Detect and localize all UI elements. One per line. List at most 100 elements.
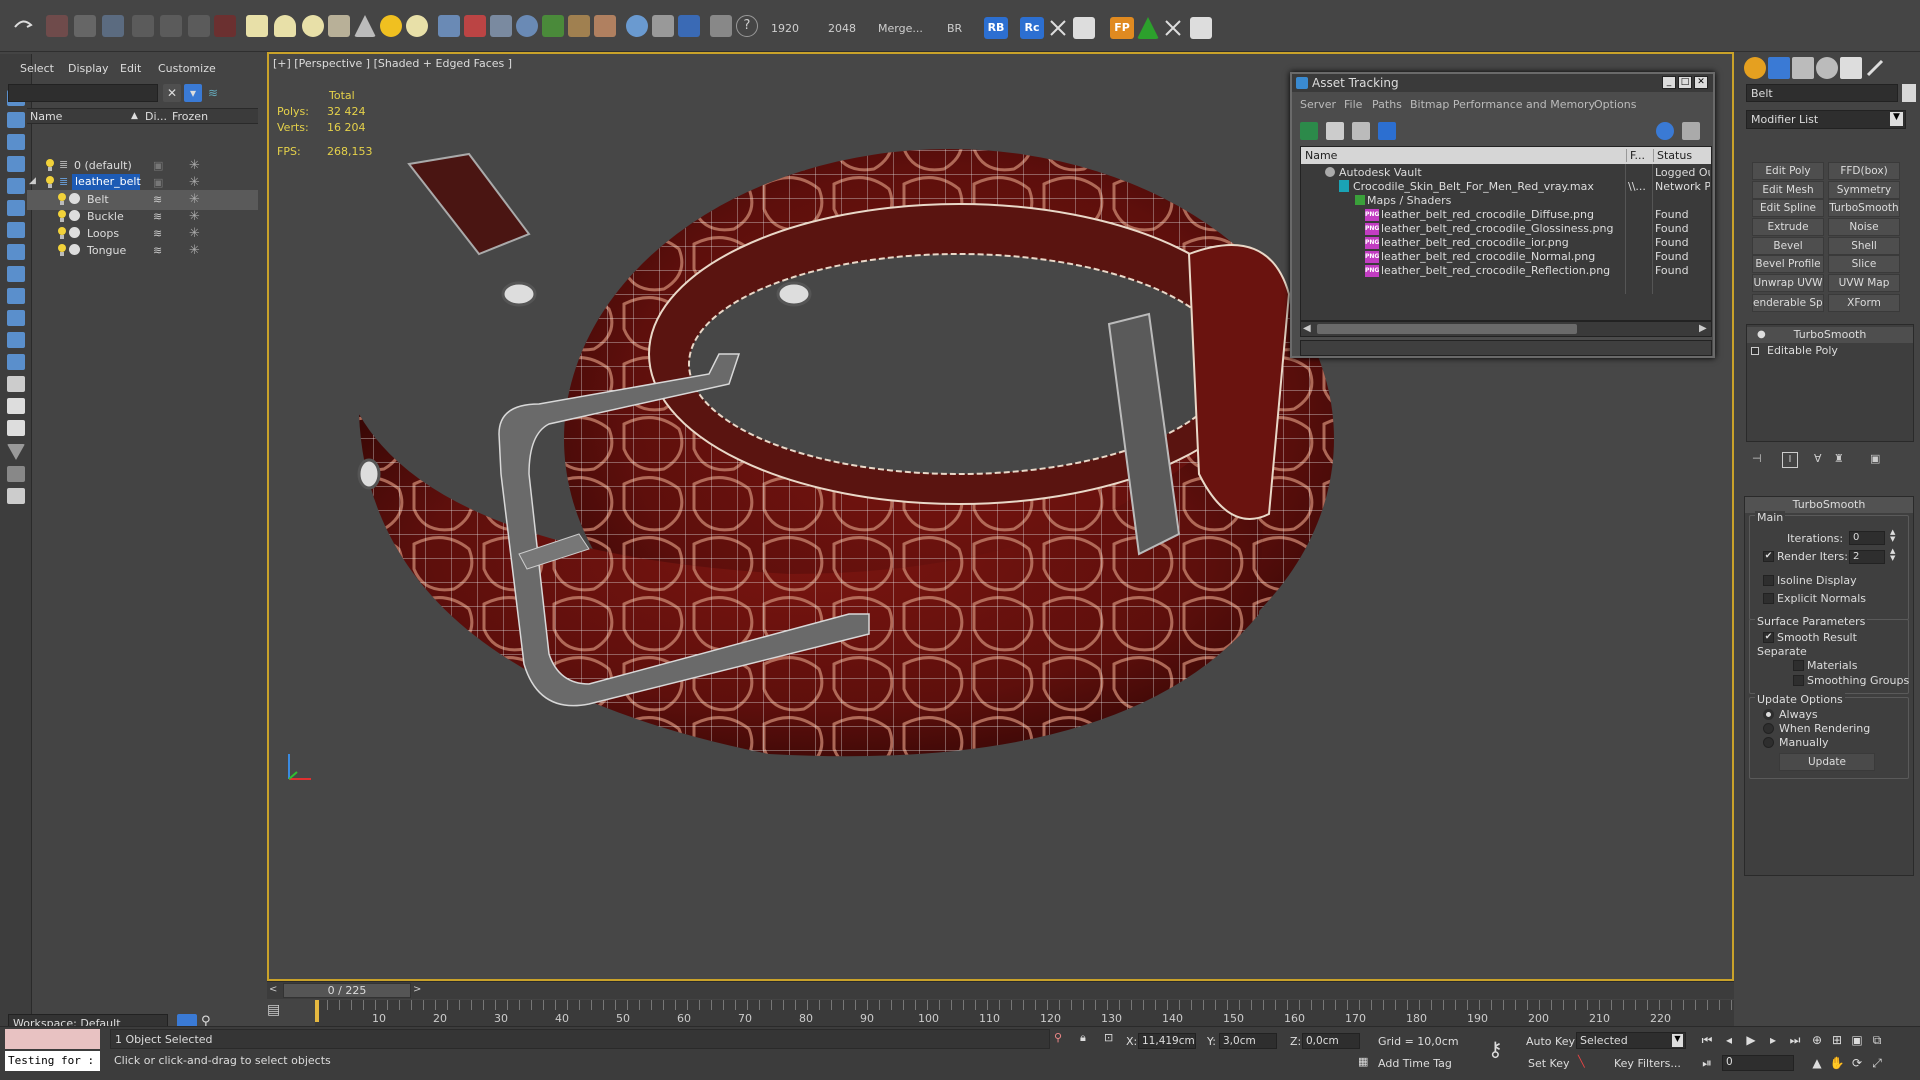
menu-display[interactable]: Display [68,62,109,75]
set-key-button[interactable]: Set Key [1528,1057,1570,1070]
timeline-ruler[interactable]: 10 20 30 40 50 60 70 80 90 100 110 120 1… [315,1000,1734,1026]
display-xrefs-icon[interactable] [7,288,25,304]
find-case-icon[interactable]: ▾ [184,84,202,102]
xform-button[interactable]: XForm [1828,294,1900,312]
render-production-icon[interactable] [678,15,700,37]
tools-icon[interactable] [1047,17,1069,39]
remove-modifier-icon[interactable]: ♜ [1834,452,1844,465]
selection-filter-icon[interactable] [132,15,154,37]
horizontal-scrollbar[interactable]: ◀ ▶ [1300,321,1712,337]
help-icon[interactable]: ? [736,15,758,37]
go-to-end-icon[interactable]: ⏭ [1786,1031,1804,1049]
update-button[interactable]: Update [1779,753,1875,771]
track-view-icon[interactable]: ▤ [267,1002,287,1022]
grid-view-icon[interactable] [1378,122,1396,140]
hierarchy-tab-icon[interactable] [1792,57,1814,79]
sphere-light-icon[interactable] [406,15,428,37]
lightbulb-icon[interactable] [57,243,67,257]
asset-tracking-titlebar[interactable]: Asset Tracking _ □ ✕ [1292,74,1713,92]
material-editor-icon[interactable] [490,15,512,37]
asset-row[interactable]: PNG leather_belt_red_crocodile_Reflectio… [1301,262,1711,279]
column-frozen[interactable]: Frozen [172,110,208,123]
isolate-icon[interactable]: ⚲ [1054,1031,1062,1044]
edit-mesh-button[interactable]: Edit Mesh [1752,181,1824,199]
render-frame-icon[interactable] [652,15,674,37]
fp-badge[interactable]: FP [1110,17,1134,39]
utilities-tab-icon[interactable] [1864,57,1886,79]
x-coordinate-field[interactable]: 11,419cm [1138,1033,1196,1049]
spinner-arrows-icon[interactable]: ▲ ▼ [1890,529,1895,543]
display-tab-icon[interactable] [1840,57,1862,79]
chevron-down-icon[interactable]: ▼ [1672,1034,1683,1047]
frozen-icon[interactable]: ✳ [189,209,200,224]
menu-server[interactable]: Server [1300,98,1336,111]
always-radio[interactable] [1763,709,1774,720]
minimize-icon[interactable]: _ [1662,76,1676,89]
render-iters-spinner[interactable]: 2 [1849,550,1885,564]
isoline-display-checkbox[interactable] [1763,575,1774,586]
object-name[interactable]: Belt [87,193,109,206]
scene-search-input[interactable] [8,84,158,102]
rc-badge[interactable]: Rc [1020,17,1044,39]
object-name[interactable]: Loops [87,227,119,240]
manually-radio[interactable] [1763,737,1774,748]
make-unique-icon[interactable]: ∀ [1814,452,1822,465]
spreadsheet-icon[interactable] [1190,17,1212,39]
lightbulb-icon[interactable] [57,192,67,206]
renderable-spline-button[interactable]: enderable Splir [1752,294,1824,312]
next-frame-icon[interactable]: > [413,984,421,995]
object-row-tongue[interactable]: Tongue ≋ ✳ [27,241,258,261]
maxscript-listener-output[interactable] [5,1029,100,1049]
unwrap-uvw-button[interactable]: Unwrap UVW [1752,274,1824,292]
zoom-extents-icon[interactable]: ▣ [1848,1031,1866,1049]
time-tag-icon[interactable]: ▦ [1358,1055,1368,1068]
maxscript-listener-input[interactable]: Testing for : [5,1051,100,1071]
auto-key-button[interactable]: Auto Key [1526,1035,1575,1048]
shell-button[interactable]: Shell [1828,237,1900,255]
display-all-icon[interactable] [7,112,25,128]
display-hidden-icon[interactable] [7,376,25,392]
display-box-icon[interactable]: ▣ [153,159,167,173]
time-slider-thumb[interactable]: 0 / 225 [283,983,411,998]
smoothing-groups-checkbox[interactable] [1793,675,1804,686]
render-iters-checkbox[interactable]: ✔ [1763,551,1774,562]
add-time-tag[interactable]: Add Time Tag [1378,1057,1452,1070]
bevel-profile-button[interactable]: Bevel Profile [1752,255,1824,273]
chevron-down-icon[interactable]: ▼ [1890,112,1903,126]
render-setup-icon[interactable] [464,15,486,37]
explicit-normals-checkbox[interactable] [1763,593,1774,604]
display-spacewarps-icon[interactable] [7,244,25,260]
particle-icon[interactable] [438,15,460,37]
maximize-viewport-icon[interactable]: ⤢ [1868,1054,1886,1072]
lock-selection-icon[interactable]: 🔒︎ [1080,1031,1086,1045]
frozen-icon[interactable]: ✳ [189,175,200,190]
render-width[interactable]: 1920 [771,22,799,35]
fur-icon[interactable] [594,15,616,37]
close-icon[interactable]: ✕ [1694,76,1708,89]
object-name[interactable]: Buckle [87,210,124,223]
select-by-name-icon[interactable] [188,15,210,37]
list-view-icon[interactable] [1326,122,1344,140]
sphere-icon[interactable] [302,15,324,37]
spinner-arrows-icon[interactable]: ▲ ▼ [1890,548,1895,562]
current-frame-marker[interactable] [315,1000,319,1022]
modify-tab-icon[interactable] [1768,57,1790,79]
display-groups-icon[interactable] [7,266,25,282]
key-mode-dropdown[interactable]: Selected ▼ [1576,1032,1686,1049]
symmetry-button[interactable]: Symmetry [1828,181,1900,199]
scroll-right-icon[interactable]: ▶ [1699,323,1707,334]
undo-icon[interactable] [12,15,34,37]
orbit-icon[interactable]: ⟳ [1848,1054,1866,1072]
asset-path-field[interactable] [1300,340,1712,356]
ffd-box-button[interactable]: FFD(box) [1828,162,1900,180]
frozen-icon[interactable]: ✳ [189,226,200,241]
frozen-icon[interactable]: ✳ [189,192,200,207]
prev-frame-icon[interactable]: < [269,984,277,995]
column-status[interactable]: Status [1653,149,1692,162]
scrollbar-thumb[interactable] [1317,324,1577,334]
iterations-spinner[interactable]: 0 [1849,531,1885,545]
bind-space-warp-icon[interactable] [102,15,124,37]
extrude-button[interactable]: Extrude [1752,218,1824,236]
key-filters-button[interactable]: Key Filters... [1614,1057,1681,1070]
zoom-all-icon[interactable]: ⊞ [1828,1031,1846,1049]
